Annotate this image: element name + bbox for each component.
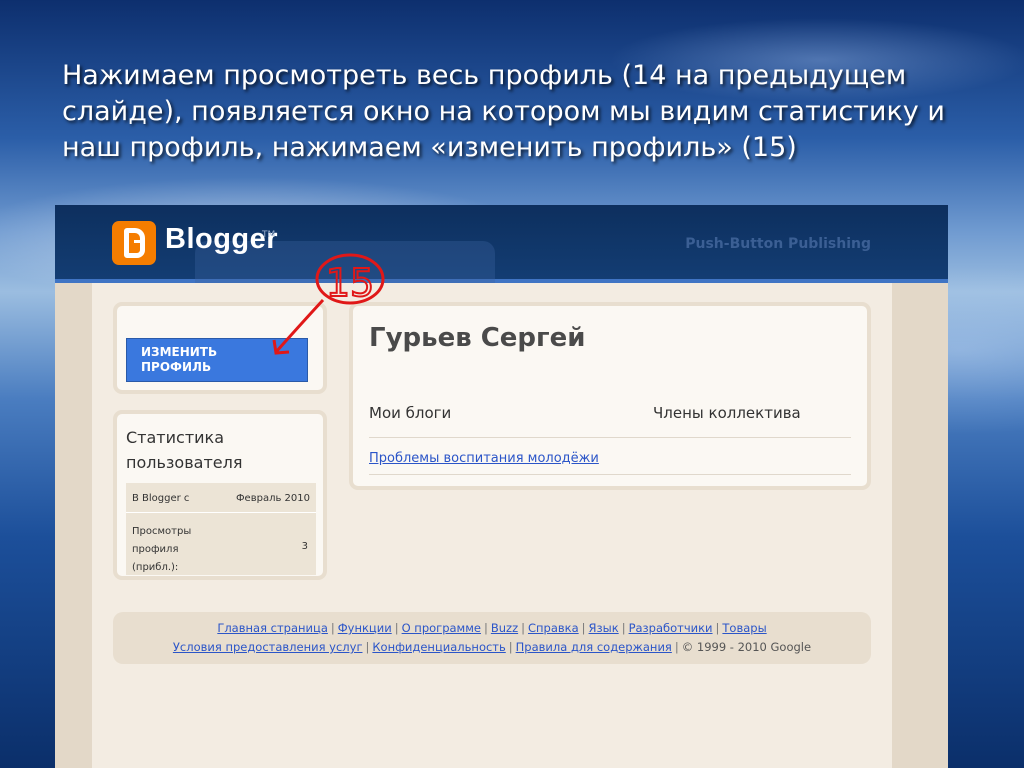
edit-profile-panel: ИЗМЕНИТЬ ПРОФИЛЬ (113, 302, 327, 394)
profile-name: Гурьев Сергей (369, 323, 586, 353)
my-blogs-header: Мои блоги (369, 404, 452, 422)
footer-link[interactable]: Разработчики (629, 621, 713, 635)
footer-link[interactable]: Buzz (491, 621, 518, 635)
slide-caption: Нажимаем просмотреть весь профиль (14 на… (62, 60, 945, 163)
footer-separator: | (521, 621, 525, 635)
footer-separator: | (483, 621, 488, 635)
footer-link[interactable]: Товары (722, 621, 766, 635)
footer-separator: | (621, 621, 626, 635)
divider (369, 437, 851, 438)
footer-link[interactable]: Справка (528, 621, 579, 635)
stats-views-value: 3 (301, 541, 308, 552)
footer-copyright: © 1999 - 2010 Google (681, 640, 812, 654)
stats-views-label: Просмотры профиля (прибл.): (132, 526, 192, 573)
footer-link[interactable]: Функции (338, 621, 392, 635)
stats-table: В Blogger с Февраль 2010 Просмотры профи… (126, 483, 316, 575)
team-members-header: Члены коллектива (653, 404, 801, 422)
footer-separator: | (581, 621, 586, 635)
divider (369, 474, 851, 475)
blog-link[interactable]: Проблемы воспитания молодёжи (369, 451, 599, 466)
footer-links-row1: Главная страница | Функции | О программе | Buz… (113, 621, 871, 635)
edit-profile-label-line2: ПРОФИЛЬ (141, 360, 212, 374)
edit-profile-label-line1: ИЗМЕНИТЬ (141, 345, 218, 359)
blogger-logo-icon[interactable] (112, 221, 156, 265)
stats-since-label: В Blogger с (132, 493, 190, 504)
edit-profile-button[interactable]: ИЗМЕНИТЬ ПРОФИЛЬ (126, 338, 308, 382)
stats-row-since: В Blogger с Февраль 2010 (126, 483, 316, 513)
header-tagline: Push-Button Publishing (685, 236, 871, 252)
footer-link[interactable]: Условия предоставления услуг (173, 640, 363, 654)
footer: Главная страница | Функции | О программе | Buz… (113, 612, 871, 664)
footer-link[interactable]: О программе (402, 621, 481, 635)
footer-link[interactable]: Главная страница (217, 621, 328, 635)
blogger-header: Blogger TM Push-Button Publishing (55, 205, 948, 283)
footer-separator: | (715, 621, 720, 635)
footer-links-row2: Условия предоставления услуг | Конфиденциа… (113, 640, 871, 654)
user-stats-panel: Статистика пользователя В Blogger с Февр… (113, 410, 327, 580)
footer-separator: | (394, 621, 399, 635)
profile-panel: Гурьев Сергей Мои блоги Члены коллектива… (349, 302, 871, 490)
trademark-mark: TM (262, 230, 276, 240)
stats-title: Статистика пользователя (126, 428, 243, 472)
footer-link[interactable]: Правила для содержания (516, 640, 672, 654)
stats-since-value: Февраль 2010 (235, 493, 310, 504)
footer-separator: | (508, 640, 513, 654)
footer-link[interactable]: Язык (589, 621, 619, 635)
footer-separator: | (330, 621, 335, 635)
footer-separator: | (674, 640, 679, 654)
footer-link[interactable]: Конфиденциальность (372, 640, 505, 654)
footer-separator: | (365, 640, 370, 654)
blogger-screenshot: Blogger TM Push-Button Publishing ИЗМЕНИ… (55, 205, 948, 768)
